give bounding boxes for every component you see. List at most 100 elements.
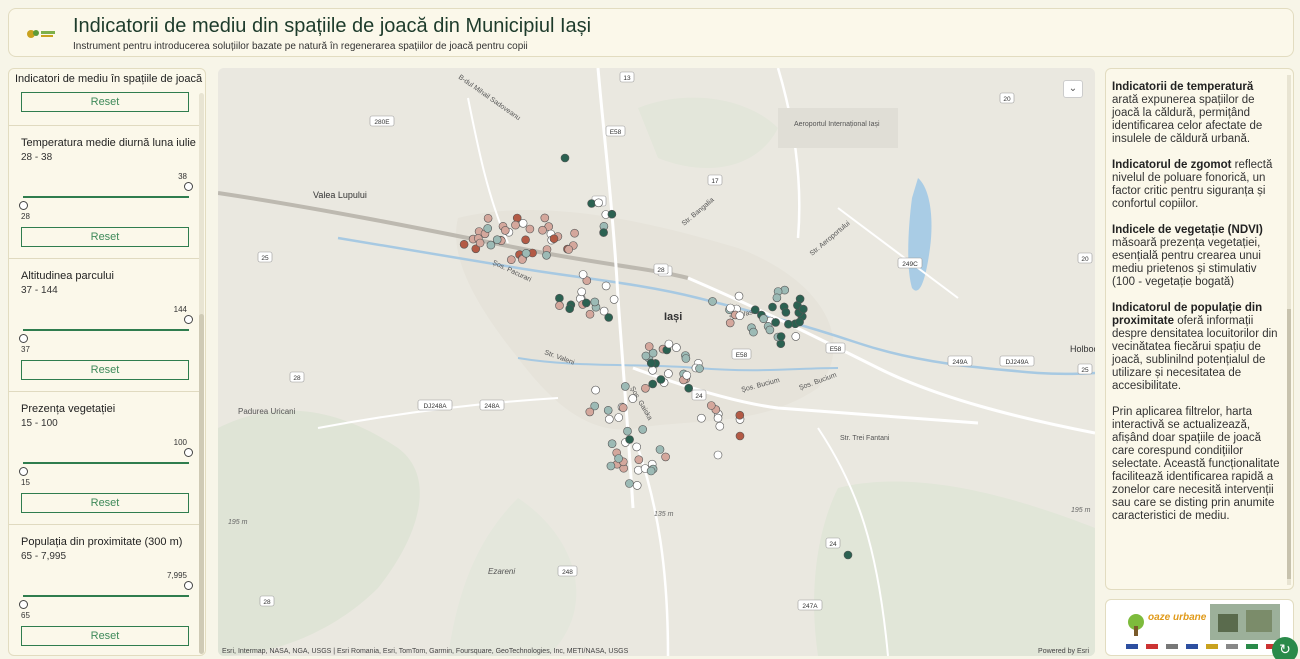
playground-marker[interactable]	[581, 298, 591, 308]
playground-marker[interactable]	[768, 302, 777, 312]
playground-marker[interactable]	[585, 407, 595, 417]
playground-marker[interactable]	[601, 281, 611, 291]
playground-marker[interactable]	[781, 308, 791, 317]
playground-marker[interactable]	[843, 550, 853, 560]
playground-marker[interactable]	[661, 452, 670, 462]
playground-marker[interactable]	[708, 297, 717, 306]
slider-max-handle[interactable]	[184, 448, 193, 457]
map-canvas[interactable]: Valea Lupului Iași Holboca Padurea Urica…	[218, 68, 1095, 656]
playground-marker[interactable]	[725, 318, 735, 328]
playground-marker[interactable]	[506, 255, 516, 264]
playground-marker[interactable]	[771, 318, 780, 327]
playground-marker[interactable]	[734, 291, 744, 301]
reset-all-button[interactable]: Reset	[21, 92, 189, 112]
playground-marker[interactable]	[607, 439, 617, 449]
playground-marker[interactable]	[695, 364, 704, 373]
playground-marker[interactable]	[555, 301, 564, 310]
playground-marker[interactable]	[525, 224, 535, 234]
playground-marker[interactable]	[492, 235, 502, 244]
playground-marker[interactable]	[713, 413, 723, 423]
playground-marker[interactable]	[475, 238, 485, 248]
slider-max-handle[interactable]	[184, 315, 193, 324]
playground-marker[interactable]	[618, 403, 628, 413]
playground-marker[interactable]	[795, 317, 804, 327]
playground-marker[interactable]	[759, 314, 768, 323]
playground-marker[interactable]	[648, 365, 657, 375]
playground-marker[interactable]	[614, 413, 624, 422]
playground-marker[interactable]	[646, 466, 656, 476]
playground-marker[interactable]	[603, 405, 613, 415]
playground-marker[interactable]	[578, 270, 588, 279]
playground-marker[interactable]	[521, 249, 531, 258]
powered-by-esri[interactable]: Powered by Esri	[1038, 648, 1089, 655]
playground-marker[interactable]	[664, 369, 673, 378]
slider-min-handle[interactable]	[19, 600, 28, 609]
playground-marker[interactable]	[623, 426, 632, 436]
playground-marker[interactable]	[656, 375, 666, 384]
playground-marker[interactable]	[483, 214, 493, 223]
slider-min-handle[interactable]	[19, 334, 28, 343]
playground-marker[interactable]	[641, 383, 650, 393]
reset-temperature-button[interactable]: Reset	[21, 227, 189, 247]
playground-marker[interactable]	[713, 450, 723, 460]
playground-marker[interactable]	[590, 297, 600, 307]
playground-marker[interactable]	[614, 454, 623, 463]
playground-marker[interactable]	[765, 325, 775, 335]
playground-marker[interactable]	[599, 228, 608, 237]
playground-marker[interactable]	[521, 235, 530, 245]
playground-marker[interactable]	[684, 383, 694, 393]
playground-marker[interactable]	[560, 153, 570, 163]
playground-marker[interactable]	[697, 413, 706, 423]
playground-marker[interactable]	[638, 425, 648, 434]
playground-marker[interactable]	[644, 342, 654, 351]
playground-marker[interactable]	[591, 385, 600, 395]
slider-min-handle[interactable]	[19, 467, 28, 476]
slider-max-handle[interactable]	[184, 581, 193, 590]
playground-marker[interactable]	[555, 293, 564, 303]
playground-marker[interactable]	[648, 379, 658, 389]
playground-marker[interactable]	[735, 311, 745, 320]
playground-marker[interactable]	[791, 332, 801, 341]
playground-marker[interactable]	[577, 287, 587, 297]
playground-marker[interactable]	[735, 431, 745, 441]
playground-marker[interactable]	[585, 309, 595, 319]
playground-marker[interactable]	[682, 370, 692, 380]
playground-marker[interactable]	[672, 343, 681, 352]
playground-marker[interactable]	[726, 303, 735, 313]
playground-marker[interactable]	[632, 442, 642, 452]
playground-marker[interactable]	[749, 327, 758, 337]
playground-marker[interactable]	[538, 225, 547, 235]
playground-marker[interactable]	[798, 304, 808, 314]
playground-marker[interactable]	[634, 455, 644, 465]
map-view[interactable]: Valea Lupului Iași Holboca Padurea Urica…	[218, 68, 1095, 656]
playground-marker[interactable]	[620, 382, 630, 391]
playground-marker[interactable]	[500, 226, 510, 235]
playground-marker[interactable]	[784, 319, 793, 329]
playground-marker[interactable]	[459, 240, 469, 249]
reset-altitude-button[interactable]: Reset	[21, 360, 189, 380]
playground-marker[interactable]	[549, 234, 559, 243]
playground-marker[interactable]	[795, 294, 805, 304]
reset-population-button[interactable]: Reset	[21, 626, 189, 646]
sidebar-scrollbar-thumb[interactable]	[199, 314, 204, 654]
playground-marker[interactable]	[604, 313, 614, 322]
playground-marker[interactable]	[564, 245, 574, 254]
refresh-icon[interactable]: ↻	[1272, 637, 1298, 659]
playground-marker[interactable]	[625, 479, 634, 488]
playground-marker[interactable]	[606, 461, 616, 471]
playground-marker[interactable]	[772, 293, 782, 303]
playground-marker[interactable]	[604, 414, 614, 424]
playground-marker[interactable]	[594, 198, 603, 208]
playground-marker[interactable]	[706, 401, 716, 410]
playground-marker[interactable]	[512, 213, 522, 223]
playground-marker[interactable]	[540, 213, 550, 223]
playground-marker[interactable]	[735, 410, 745, 420]
playground-marker[interactable]	[632, 481, 642, 490]
playground-marker[interactable]	[715, 421, 725, 431]
playground-marker[interactable]	[607, 209, 617, 219]
playground-marker[interactable]	[565, 304, 575, 313]
playground-marker[interactable]	[664, 339, 674, 349]
playground-marker[interactable]	[483, 224, 493, 233]
playground-marker[interactable]	[681, 354, 691, 363]
playground-marker[interactable]	[542, 251, 551, 260]
